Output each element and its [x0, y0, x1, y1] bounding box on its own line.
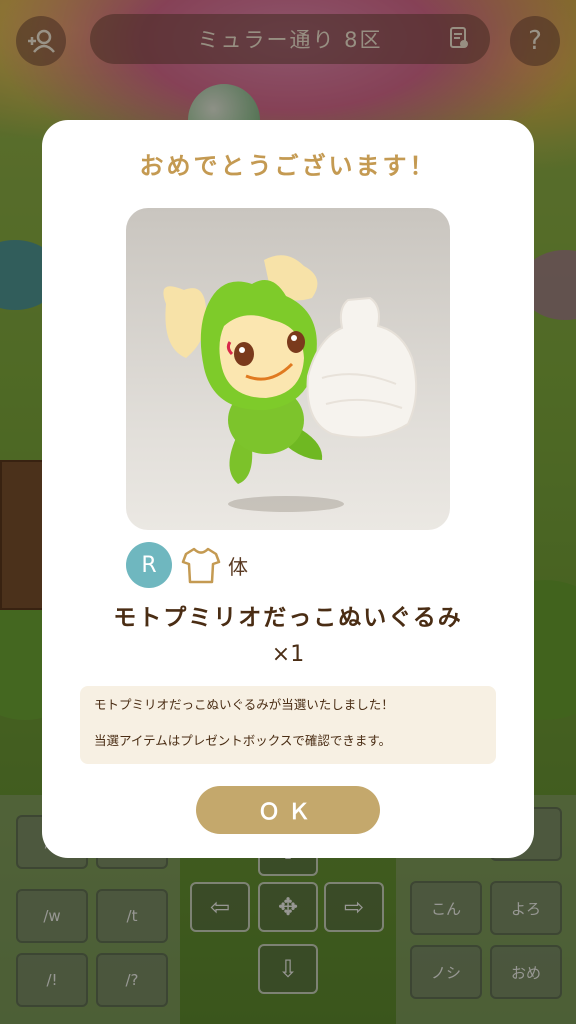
- dialog-title: おめでとうございます！: [139, 152, 437, 180]
- message-box: モトプミリオだっこぬいぐるみが当選いたしました！ 当選アイテムはプレゼントボック…: [80, 686, 496, 764]
- item-quantity: ×1: [271, 642, 305, 667]
- shirt-icon: [181, 547, 221, 584]
- ok-button[interactable]: ＯＫ: [196, 786, 380, 834]
- item-category: 体: [228, 554, 248, 579]
- rarity-badge: R: [126, 542, 172, 588]
- reward-dialog: おめでとうございます！ R 体 モトプミリオだっこぬいぐるみ ×1 モトプミリオ…: [42, 120, 534, 858]
- plush-doll-illustration: [163, 255, 418, 512]
- message-line: モトプミリオだっこぬいぐるみが当選いたしました！: [94, 697, 394, 712]
- message-line: 当選アイテムはプレゼントボックスで確認できます。: [94, 733, 392, 748]
- item-preview: [126, 208, 450, 530]
- item-name: モトプミリオだっこぬいぐるみ: [113, 605, 463, 631]
- item-meta: R 体: [126, 540, 248, 590]
